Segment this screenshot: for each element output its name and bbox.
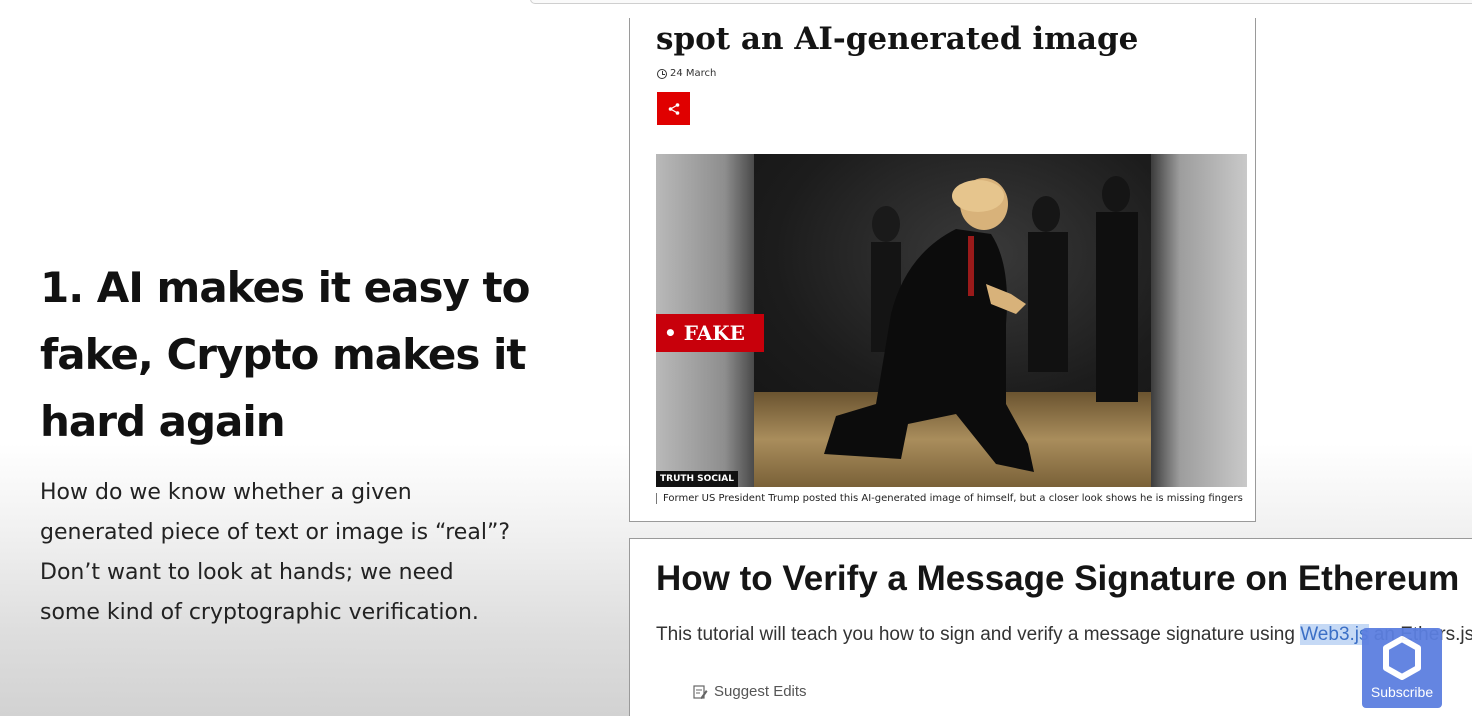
bbc-article-screenshot: spot an AI-generated image 24 March • FA… xyxy=(629,18,1256,522)
web3js-link[interactable]: Web3.js xyxy=(1300,624,1369,645)
ai-generated-photo: • FAKE TRUTH SOCIAL xyxy=(656,154,1247,487)
tutorial-description: This tutorial will teach you how to sign… xyxy=(656,619,1472,651)
suggest-edits-label: Suggest Edits xyxy=(714,683,807,700)
image-caption: Former US President Trump posted this AI… xyxy=(656,493,1243,504)
chainlink-hexagon-icon xyxy=(1383,636,1421,680)
edit-icon xyxy=(693,684,708,699)
date-label: 24 March xyxy=(670,68,717,79)
article-date: 24 March xyxy=(657,68,716,79)
subscribe-label: Subscribe xyxy=(1370,684,1434,700)
tutorial-text-start: This tutorial will teach you how to sign… xyxy=(656,624,1301,645)
web3-tutorial-screenshot: How to Verify a Message Signature on Eth… xyxy=(629,538,1472,716)
share-button[interactable] xyxy=(657,92,690,125)
browser-top-edge xyxy=(530,0,1472,4)
subscribe-button[interactable]: Subscribe xyxy=(1362,628,1442,708)
article-headline: spot an AI-generated image xyxy=(656,21,1139,57)
clock-icon xyxy=(657,68,667,79)
tutorial-title: How to Verify a Message Signature on Eth… xyxy=(656,559,1460,598)
slide-body: How do we know whether a given generated… xyxy=(40,480,511,625)
image-credit: TRUTH SOCIAL xyxy=(656,471,738,487)
suggest-edits-link[interactable]: Suggest Edits xyxy=(692,683,807,700)
share-icon xyxy=(668,102,679,115)
slide-text-panel: 1. AI makes it easy to fake, Crypto make… xyxy=(40,254,560,633)
fake-label: • FAKE xyxy=(656,314,764,352)
slide-title: 1. AI makes it easy to fake, Crypto make… xyxy=(40,263,530,446)
